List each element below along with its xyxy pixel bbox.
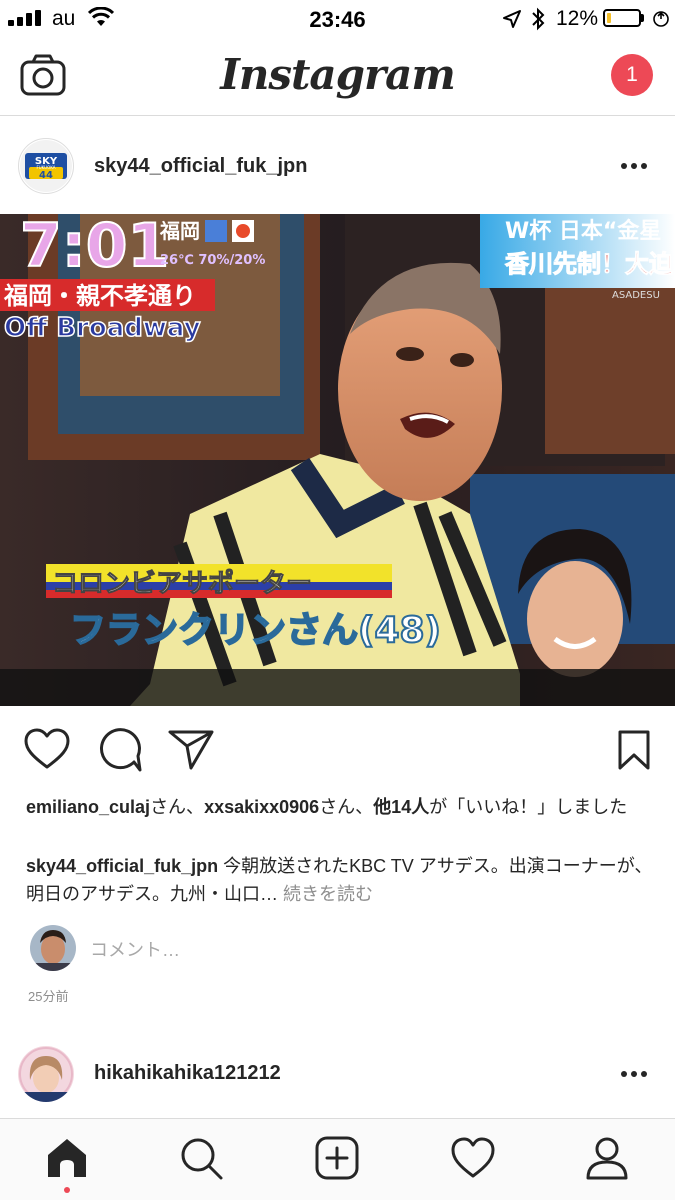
charging-icon — [653, 11, 669, 27]
post-photo[interactable]: 7:01 福岡 26℃ 70%/20% 福岡・親不孝通り Off Broadwa… — [0, 214, 675, 706]
current-user-avatar — [30, 925, 76, 971]
tv-headline-sub: Off Broadway — [4, 313, 201, 343]
next-post-avatar[interactable] — [18, 1046, 74, 1102]
search-icon[interactable] — [178, 1135, 224, 1181]
bluetooth-icon — [532, 7, 545, 31]
likes-summary[interactable]: emiliano_culajさん、xxsakixx0906さん、他14人が「いい… — [26, 794, 656, 821]
location-arrow-icon — [503, 10, 521, 28]
post-author-avatar[interactable]: SKY FUKUOKA 44 — [18, 138, 74, 194]
profile-icon[interactable] — [584, 1135, 630, 1181]
more-options-icon[interactable] — [620, 1070, 648, 1078]
more-options-icon[interactable] — [620, 162, 648, 170]
like-tail: が「いいね！」しました — [429, 797, 628, 817]
like-suffix-2: さん、 — [319, 797, 374, 817]
tv-brand: ASADESU — [612, 290, 660, 301]
sky44-logo-icon: SKY FUKUOKA 44 — [20, 140, 72, 192]
user-photo-icon — [30, 925, 76, 971]
status-bar: au 23:46 12% — [0, 0, 675, 40]
tv-screenshot-image: 7:01 福岡 26℃ 70%/20% 福岡・親不孝通り Off Broadwa… — [0, 214, 675, 706]
read-more-link[interactable]: 続きを読む — [278, 884, 373, 904]
comment-input[interactable]: コメント… — [90, 936, 180, 962]
heart-icon[interactable] — [450, 1135, 496, 1181]
tv-caption-line1: コロンビアサポーター — [52, 568, 312, 599]
post-author-username[interactable]: sky44_official_fuk_jpn — [94, 155, 307, 178]
like-others[interactable]: 他14人 — [373, 797, 429, 817]
like-user-2[interactable]: xxsakixx0906 — [204, 797, 319, 817]
comment-bubble-icon[interactable] — [98, 728, 142, 772]
like-suffix-1: さん、 — [150, 797, 205, 817]
instagram-logo: Instagram — [220, 50, 456, 99]
battery-tip — [641, 14, 644, 22]
battery-level-fill — [607, 13, 611, 23]
next-post-header: hikahikahika121212 — [0, 1034, 675, 1114]
home-icon[interactable] — [44, 1135, 90, 1181]
battery-percent: 12% — [556, 7, 599, 30]
post-caption: sky44_official_fuk_jpn 今朝放送されたKBC TV アサデ… — [26, 852, 656, 908]
active-tab-indicator — [64, 1187, 70, 1193]
tv-caption-line2: フランクリンさん(48) — [70, 610, 441, 651]
tv-city-text: 福岡 — [159, 219, 200, 243]
add-comment-row[interactable]: コメント… — [26, 922, 656, 972]
add-icon[interactable] — [314, 1135, 360, 1181]
post-timestamp: 25分前 — [28, 989, 69, 1004]
bookmark-icon[interactable] — [617, 730, 651, 770]
bottom-tab-bar — [0, 1118, 675, 1200]
post-actions — [0, 706, 675, 792]
post-header: SKY FUKUOKA 44 sky44_official_fuk_jpn — [0, 118, 675, 214]
tv-headline-red: 福岡・親不孝通り — [3, 282, 196, 310]
caption-username[interactable]: sky44_official_fuk_jpn — [26, 856, 218, 876]
like-user-1[interactable]: emiliano_culaj — [26, 797, 150, 817]
share-send-icon[interactable] — [168, 728, 214, 770]
next-user-photo-icon — [18, 1046, 74, 1102]
tv-news-bottom: 香川先制！大迫 — [505, 250, 674, 278]
tv-news-top: W杯 日本“金星 — [505, 218, 661, 244]
avatar-text-44: 44 — [39, 170, 53, 181]
like-heart-icon[interactable] — [24, 728, 70, 770]
tv-clock-text: 7:01 — [20, 214, 169, 281]
app-header: Instagram 1 — [0, 40, 675, 116]
battery-icon — [603, 9, 641, 27]
next-post-username[interactable]: hikahikahika121212 — [94, 1062, 281, 1085]
notification-badge[interactable]: 1 — [611, 54, 653, 96]
tv-weather-text: 26℃ 70%/20% — [160, 253, 265, 268]
